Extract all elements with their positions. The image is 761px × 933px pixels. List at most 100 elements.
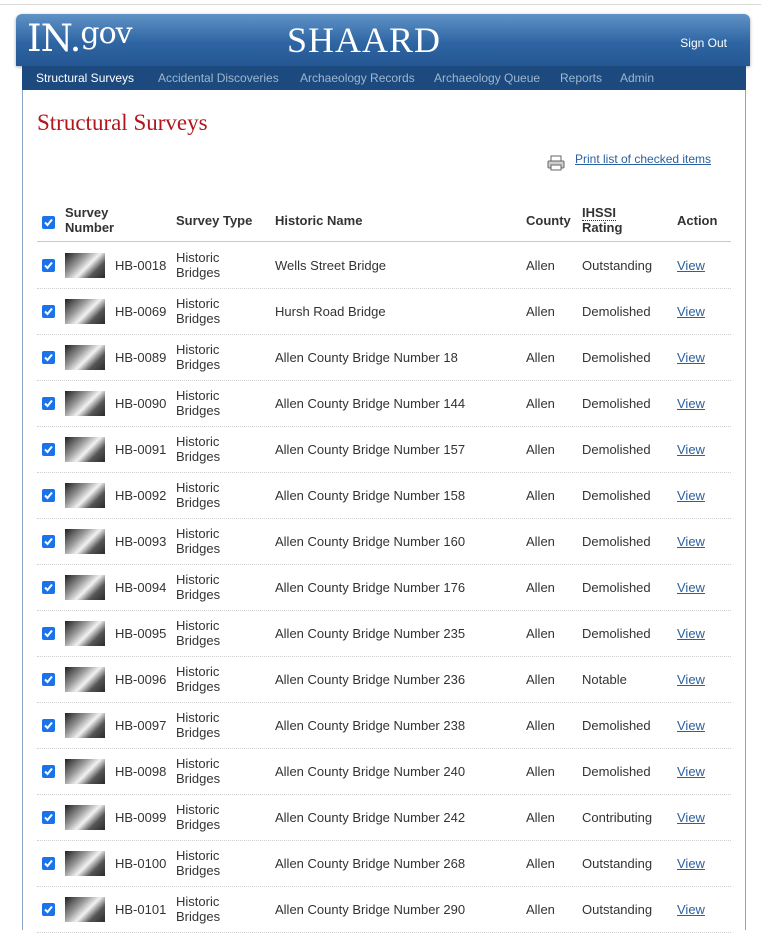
bridge-photo-thumbnail[interactable]	[65, 851, 105, 876]
bridge-photo-thumbnail[interactable]	[65, 529, 105, 554]
nav-archaeology-queue[interactable]: Archaeology Queue	[434, 71, 540, 85]
view-link[interactable]: View	[677, 304, 705, 319]
table-row: HB-0100 Historic Bridges Allen County Brid…	[37, 840, 731, 887]
county: Allen	[526, 488, 555, 503]
county: Allen	[526, 258, 555, 273]
survey-number: HB-0018	[115, 258, 167, 273]
row-checkbox[interactable]	[42, 489, 55, 502]
row-checkbox[interactable]	[42, 581, 55, 594]
header-survey-type[interactable]: Survey Type	[176, 213, 252, 228]
bridge-photo-thumbnail[interactable]	[65, 805, 105, 830]
survey-type: Historic Bridges	[176, 250, 221, 280]
view-link[interactable]: View	[677, 672, 705, 687]
county: Allen	[526, 718, 555, 733]
header-ihssi-rating[interactable]: IHSSI Rating	[582, 205, 622, 235]
view-link[interactable]: View	[677, 810, 705, 825]
bridge-photo-thumbnail[interactable]	[65, 897, 105, 922]
bridge-photo-thumbnail[interactable]	[65, 391, 105, 416]
bridge-photo-thumbnail[interactable]	[65, 253, 105, 278]
header-county[interactable]: County	[526, 213, 571, 228]
survey-type: Historic Bridges	[176, 802, 221, 832]
ihssi-rating: Demolished	[582, 350, 651, 365]
survey-type: Historic Bridges	[176, 848, 221, 878]
nav-archaeology-records[interactable]: Archaeology Records	[300, 71, 415, 85]
survey-number: HB-0101	[115, 902, 167, 917]
header-historic-name[interactable]: Historic Name	[275, 213, 362, 228]
bridge-photo-thumbnail[interactable]	[65, 621, 105, 646]
row-checkbox[interactable]	[42, 857, 55, 870]
row-checkbox[interactable]	[42, 627, 55, 640]
nav-structural-surveys[interactable]: Structural Surveys	[36, 71, 134, 85]
table-row: HB-0095 Historic Bridges Allen County Brid…	[37, 610, 731, 657]
bridge-photo-thumbnail[interactable]	[65, 667, 105, 692]
table-row: HB-0018 Historic Bridges Wells Street Brid…	[37, 242, 731, 289]
view-link[interactable]: View	[677, 902, 705, 917]
select-all-checkbox[interactable]	[42, 216, 55, 229]
table-row: HB-0099 Historic Bridges Allen County Brid…	[37, 794, 731, 841]
row-checkbox[interactable]	[42, 259, 55, 272]
app-title: SHAARD	[287, 20, 442, 60]
row-checkbox[interactable]	[42, 443, 55, 456]
row-checkbox[interactable]	[42, 305, 55, 318]
view-link[interactable]: View	[677, 258, 705, 273]
bridge-photo-thumbnail[interactable]	[65, 575, 105, 600]
bridge-photo-thumbnail[interactable]	[65, 299, 105, 324]
row-checkbox[interactable]	[42, 397, 55, 410]
survey-type: Historic Bridges	[176, 480, 221, 510]
table-row: HB-0090 Historic Bridges Allen County Brid…	[37, 380, 731, 427]
view-link[interactable]: View	[677, 580, 705, 595]
historic-name: Allen County Bridge Number 176	[275, 580, 466, 595]
row-checkbox[interactable]	[42, 719, 55, 732]
view-link[interactable]: View	[677, 718, 705, 733]
printer-icon[interactable]	[547, 155, 565, 171]
view-link[interactable]: View	[677, 350, 705, 365]
in-gov-logo[interactable]: IN.gov	[27, 16, 133, 64]
view-link[interactable]: View	[677, 442, 705, 457]
row-checkbox[interactable]	[42, 765, 55, 778]
ihssi-rating: Notable	[582, 672, 627, 687]
view-link[interactable]: View	[677, 626, 705, 641]
row-checkbox[interactable]	[42, 351, 55, 364]
view-link[interactable]: View	[677, 534, 705, 549]
bridge-photo-thumbnail[interactable]	[65, 713, 105, 738]
bridge-photo-thumbnail[interactable]	[65, 345, 105, 370]
county: Allen	[526, 442, 555, 457]
nav-accidental-discoveries[interactable]: Accidental Discoveries	[158, 71, 279, 85]
ihssi-rating: Demolished	[582, 304, 651, 319]
bridge-photo-thumbnail[interactable]	[65, 759, 105, 784]
main-nav: Structural Surveys Accidental Discoverie…	[22, 66, 746, 90]
survey-number: HB-0094	[115, 580, 167, 595]
nav-admin[interactable]: Admin	[620, 71, 654, 85]
ihssi-rating: Demolished	[582, 580, 651, 595]
view-link[interactable]: View	[677, 488, 705, 503]
row-checkbox[interactable]	[42, 673, 55, 686]
county: Allen	[526, 580, 555, 595]
county: Allen	[526, 626, 555, 641]
survey-number: HB-0098	[115, 764, 167, 779]
historic-name: Allen County Bridge Number 236	[275, 672, 466, 687]
print-checked-link[interactable]: Print list of checked items	[575, 152, 711, 166]
historic-name: Hursh Road Bridge	[275, 304, 386, 319]
survey-number: HB-0097	[115, 718, 167, 733]
header-survey-number[interactable]: Survey Number	[65, 205, 129, 235]
historic-name: Allen County Bridge Number 157	[275, 442, 466, 457]
historic-name: Allen County Bridge Number 242	[275, 810, 466, 825]
row-checkbox[interactable]	[42, 903, 55, 916]
bridge-photo-thumbnail[interactable]	[65, 437, 105, 462]
header-action: Action	[677, 213, 718, 228]
top-border	[0, 0, 761, 5]
ihssi-rating: Demolished	[582, 534, 651, 549]
nav-reports[interactable]: Reports	[560, 71, 602, 85]
survey-number: HB-0095	[115, 626, 167, 641]
sign-out-link[interactable]: Sign Out	[680, 36, 727, 50]
bridge-photo-thumbnail[interactable]	[65, 483, 105, 508]
row-checkbox[interactable]	[42, 811, 55, 824]
row-checkbox[interactable]	[42, 535, 55, 548]
view-link[interactable]: View	[677, 396, 705, 411]
view-link[interactable]: View	[677, 764, 705, 779]
county: Allen	[526, 304, 555, 319]
page-title: Structural Surveys	[37, 110, 208, 135]
rating-label: Rating	[582, 220, 623, 235]
survey-number: HB-0100	[115, 856, 167, 871]
view-link[interactable]: View	[677, 856, 705, 871]
